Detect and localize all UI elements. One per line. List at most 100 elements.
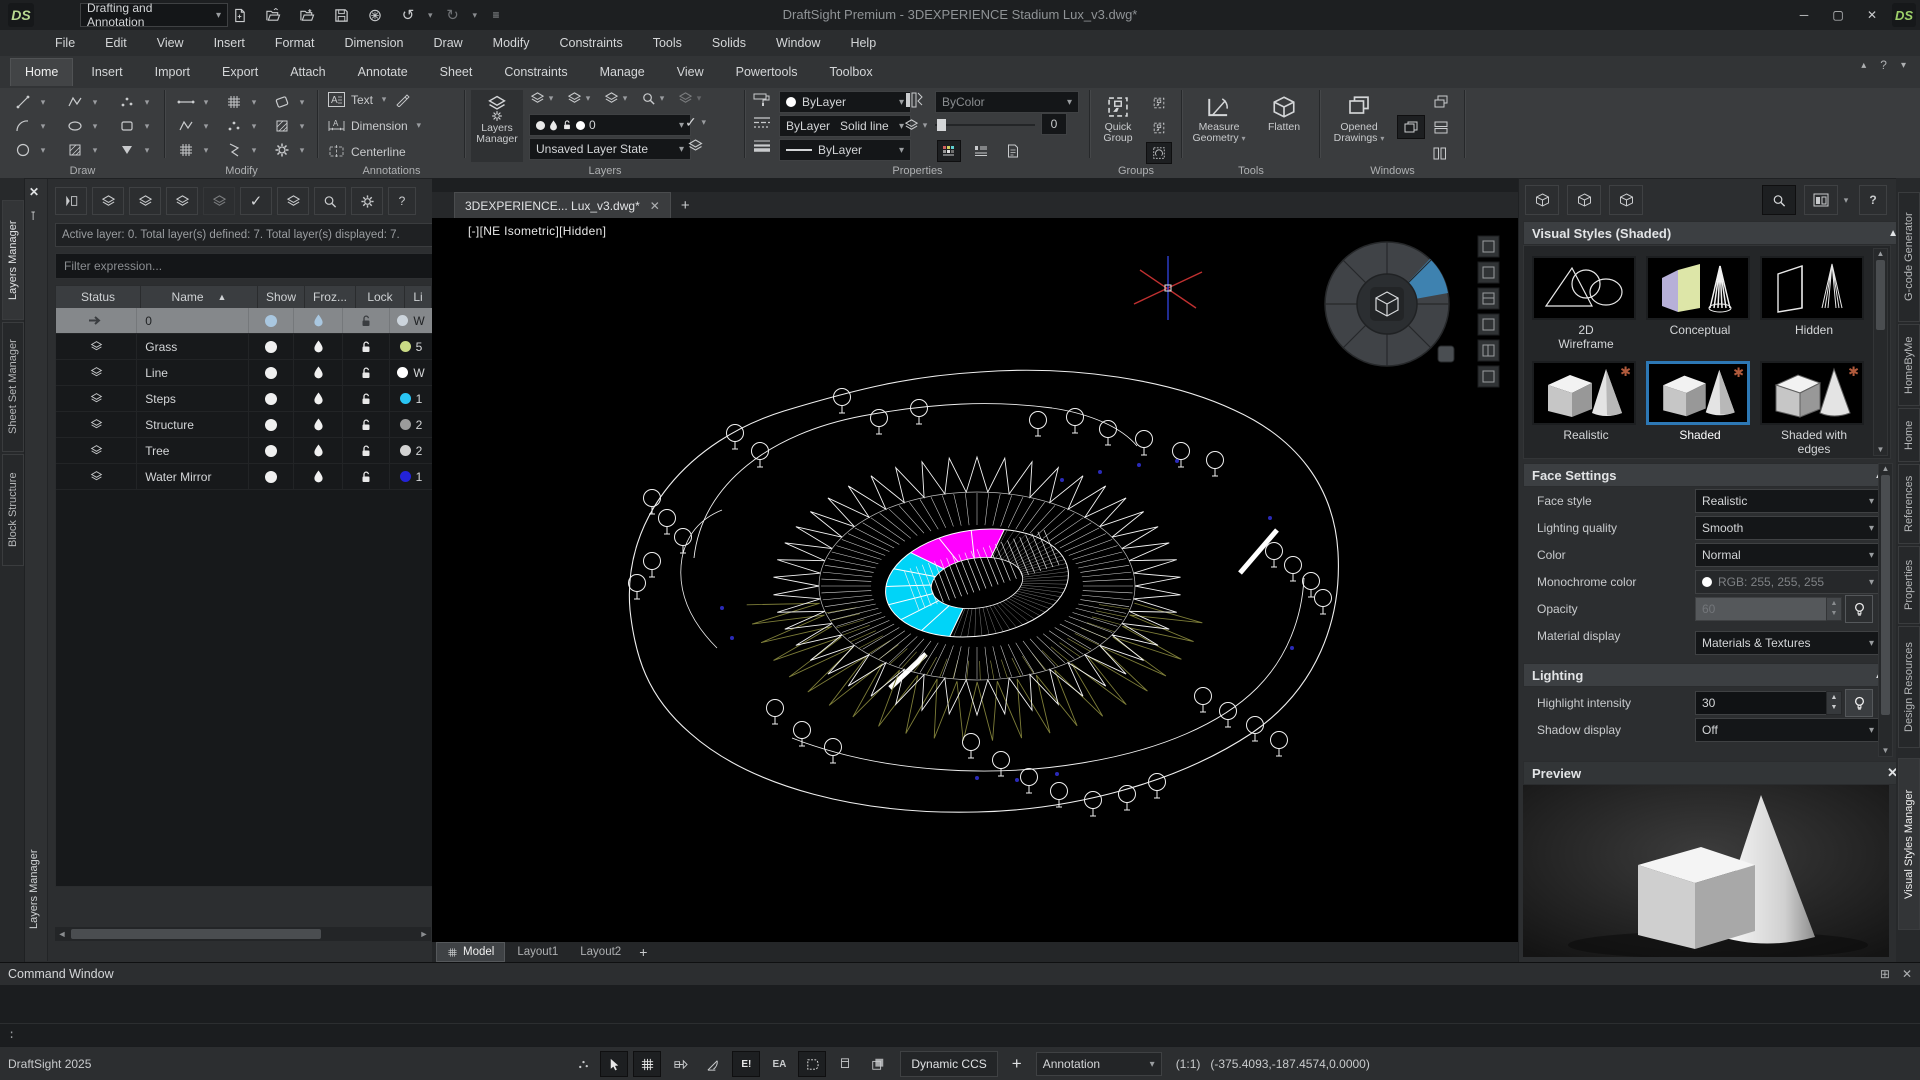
layer-state-apply-button[interactable]: ✓▾ (685, 114, 709, 131)
active-layer-combo[interactable]: 0 ▾ (529, 114, 691, 136)
layer-preview-button[interactable] (277, 187, 309, 215)
layer-frozen-toggle[interactable] (294, 334, 343, 359)
ribbon-tab-view[interactable]: View (663, 59, 718, 85)
sheet-tab-model[interactable]: Model (436, 942, 505, 962)
properties-doc-button[interactable] (1001, 140, 1025, 162)
draw-ellipse-tool[interactable]: ▾ (60, 114, 112, 138)
layer-show-toggle[interactable] (249, 464, 294, 489)
sheet-overlay-icon[interactable] (864, 1051, 892, 1077)
dock-tab-properties[interactable]: Properties (1898, 546, 1920, 624)
dock-tab-visual-styles-manager[interactable]: Visual Styles Manager (1898, 758, 1920, 930)
visual-styles-help-button[interactable]: ? (1859, 185, 1887, 215)
draw-polygon-tool[interactable]: ▾ (112, 138, 164, 162)
apply-visual-style-button[interactable] (1567, 185, 1601, 215)
pencil-icon[interactable] (395, 93, 410, 107)
entity-track-icon[interactable]: EA (765, 1051, 793, 1077)
col-name[interactable]: Name▲ (141, 286, 258, 308)
lineweight-combo[interactable]: ByLayer▾ (779, 139, 911, 161)
col-status[interactable]: Status (56, 286, 141, 308)
layer-state-manager-button[interactable] (687, 138, 704, 154)
layers-manager-button[interactable]: LayersManager (471, 90, 523, 162)
menu-window[interactable]: Window (776, 36, 820, 50)
layer-isolate-tool[interactable]: ▾ (640, 91, 667, 106)
filter-expression-input[interactable]: Filter expression... (55, 253, 443, 279)
layer-show-toggle[interactable] (249, 334, 294, 359)
color-palette-button[interactable] (937, 140, 961, 162)
dock-tab-home[interactable]: Home (1898, 408, 1920, 462)
ribbon-options-icon[interactable]: ▾ (1901, 60, 1906, 71)
layer-state-combo[interactable]: Unsaved Layer State▾ (529, 138, 691, 160)
command-input-line[interactable]: : (0, 1024, 1920, 1046)
close-button[interactable]: ✕ (1858, 1, 1886, 29)
ribbon-tab-import[interactable]: Import (141, 59, 204, 85)
layer-row-tree[interactable]: Tree2 (56, 438, 432, 464)
menu-solids[interactable]: Solids (712, 36, 746, 50)
scroll-up-icon[interactable]: ▲ (1879, 464, 1892, 473)
layer-linecolor-swatch[interactable]: W (390, 360, 432, 385)
layers-hscrollbar[interactable]: ◄ ► (55, 927, 431, 941)
model-canvas[interactable]: [-][NE Isometric][Hidden] (432, 218, 1518, 942)
col-frozen[interactable]: Froz... (305, 286, 356, 308)
document-tab[interactable]: 3DEXPERIENCE... Lux_v3.dwg* ✕ (454, 192, 671, 218)
styles-scrollbar[interactable]: ▲ ▼ (1873, 248, 1888, 456)
group-display-button[interactable] (1146, 142, 1172, 164)
maximize-button[interactable]: ▢ (1824, 1, 1852, 29)
layer-hide-tool[interactable]: ▾ (529, 91, 556, 106)
menu-constraints[interactable]: Constraints (560, 36, 623, 50)
ribbon-tab-attach[interactable]: Attach (276, 59, 339, 85)
shadow-display-select[interactable]: Off▾ (1695, 718, 1881, 742)
style-hidden[interactable]: Hidden (1760, 256, 1868, 351)
annotation-scale-combo[interactable]: Annotation▾ (1036, 1052, 1162, 1076)
material-display-select[interactable]: Materials & Textures▾ (1695, 631, 1881, 655)
layer-linecolor-swatch[interactable]: 1 (390, 386, 432, 411)
dock-tab-design-resources[interactable]: Design Resources (1898, 626, 1920, 748)
delete-visual-style-button[interactable] (1609, 185, 1643, 215)
layer-frozen-toggle[interactable] (294, 386, 343, 411)
measure-geometry-button[interactable]: MeasureGeometry ▾ (1188, 92, 1250, 162)
new-layer-button[interactable] (92, 187, 124, 215)
new-document-tab-button[interactable]: + (681, 197, 690, 214)
edit-group-button[interactable] (1146, 117, 1172, 139)
dock-tab-block-structure[interactable]: Block Structure (2, 454, 24, 566)
scroll-up-icon[interactable]: ▲ (1874, 249, 1887, 258)
dock-tab-sheet-set-manager[interactable]: Sheet Set Manager (2, 322, 24, 452)
settings-scrollbar[interactable]: ▲ ▼ (1878, 463, 1893, 757)
layer-show-toggle[interactable] (249, 308, 294, 333)
draw-line-tool[interactable]: ▾ (8, 90, 60, 114)
style-shaded[interactable]: ✱ Shaded (1646, 361, 1754, 456)
col-lock[interactable]: Lock (356, 286, 405, 308)
modify-offset-tool[interactable]: ▾ (171, 138, 219, 162)
menu-tools[interactable]: Tools (653, 36, 682, 50)
ribbon-tab-annotate[interactable]: Annotate (344, 59, 422, 85)
lighting-header[interactable]: Lighting▲ (1523, 663, 1893, 687)
properties-list-button[interactable] (969, 140, 993, 162)
annotation-dimension-tool[interactable]: A Dimension▾ (328, 118, 424, 133)
help-icon[interactable]: ? (1880, 58, 1887, 72)
close-document-icon[interactable]: ✕ (650, 199, 660, 213)
face-settings-header[interactable]: Face Settings▲ (1523, 463, 1893, 487)
dock-command-window-icon[interactable]: ⊞ (1880, 967, 1890, 981)
ribbon-collapse-icon[interactable]: ▴ (1861, 60, 1866, 71)
highlight-bulb-button[interactable] (1845, 689, 1873, 717)
opacity-bulb-button[interactable] (1845, 595, 1873, 623)
opened-drawings-button[interactable]: OpenedDrawings ▾ (1328, 92, 1390, 162)
col-linecolor[interactable]: Li (405, 286, 432, 308)
ribbon-tab-toolbox[interactable]: Toolbox (815, 59, 886, 85)
dynamic-ccs-button[interactable]: Dynamic CCS (900, 1051, 997, 1077)
dynamic-input-icon[interactable] (798, 1051, 826, 1077)
new-visual-style-button[interactable] (1525, 185, 1559, 215)
ribbon-tab-constraints[interactable]: Constraints (490, 59, 581, 85)
scroll-down-icon[interactable]: ▼ (1874, 445, 1887, 454)
scroll-left-icon[interactable]: ◄ (55, 929, 69, 939)
layer-linecolor-swatch[interactable]: 2 (390, 438, 432, 463)
layer-row-grass[interactable]: Grass5 (56, 334, 432, 360)
modify-pattern-tool[interactable]: ▾ (219, 90, 267, 114)
modify-mirror-tool[interactable]: ▾ (219, 138, 267, 162)
layer-lock-toggle[interactable] (343, 412, 390, 437)
layer-lock-tool[interactable]: ▾ (603, 91, 630, 106)
menu-format[interactable]: Format (275, 36, 315, 50)
layer-row-structure[interactable]: Structure2 (56, 412, 432, 438)
transparency-slider[interactable] (935, 119, 1035, 131)
modify-stretch-tool[interactable]: ▾ (171, 114, 219, 138)
switch-window-button[interactable] (1397, 115, 1425, 139)
